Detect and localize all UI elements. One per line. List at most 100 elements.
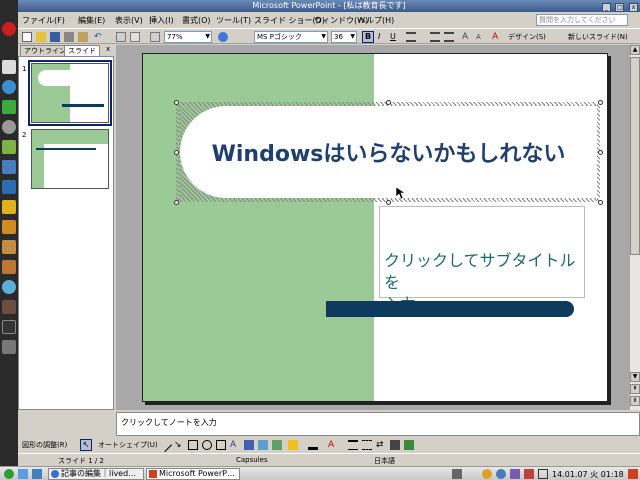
table-icon[interactable] — [130, 32, 140, 42]
menu-help[interactable]: ヘルプ(H) — [358, 15, 394, 26]
desktop-icon[interactable] — [18, 469, 28, 479]
rectangle-icon[interactable] — [188, 440, 198, 450]
title-placeholder[interactable]: Windowsはいらないかもしれない — [176, 102, 600, 202]
resize-handle[interactable] — [598, 100, 603, 105]
gear-icon[interactable] — [2, 220, 16, 234]
tray-volume-icon[interactable] — [538, 469, 548, 479]
bold-button[interactable]: B — [362, 31, 374, 43]
chart-icon[interactable] — [2, 300, 16, 314]
resize-handle[interactable] — [598, 150, 603, 155]
font-color-icon[interactable]: A — [492, 32, 502, 42]
vertical-scrollbar[interactable]: ▲ ▼ ⇞ ⇟ — [630, 45, 640, 410]
resize-handle[interactable] — [174, 100, 179, 105]
print-icon[interactable] — [64, 32, 74, 42]
task-browser[interactable]: 記事の編集｜lived… — [48, 468, 144, 480]
tray-power-icon[interactable] — [628, 469, 638, 479]
notes-pane[interactable]: クリックしてノートを入力 — [116, 412, 640, 436]
task-powerpoint[interactable]: Microsoft PowerP… — [146, 468, 240, 480]
menu-edit[interactable]: 編集(E) — [78, 15, 105, 26]
fill-color-icon[interactable] — [288, 440, 298, 450]
new-icon[interactable] — [22, 32, 32, 42]
font-grow-icon[interactable]: A — [462, 32, 472, 42]
oval-icon[interactable] — [202, 440, 212, 450]
design-button[interactable]: デザイン(S) — [508, 31, 546, 43]
new-slide-button[interactable]: 新しいスライド(N) — [568, 31, 628, 43]
grid-view-icon[interactable] — [150, 32, 160, 42]
line-style-icon[interactable] — [348, 440, 358, 450]
tray-network-icon[interactable] — [496, 469, 506, 479]
font-color-draw-icon[interactable]: A — [328, 440, 338, 450]
arrow-icon[interactable]: ↘ — [174, 440, 184, 450]
pin-icon[interactable] — [2, 280, 16, 294]
help-icon[interactable] — [218, 32, 228, 42]
menu-insert[interactable]: 挿入(I) — [149, 15, 174, 26]
bullets-icon[interactable] — [444, 32, 454, 42]
tray-display-icon[interactable] — [452, 469, 462, 479]
scroll-down-icon[interactable]: ▼ — [630, 372, 640, 382]
globe-icon[interactable] — [2, 80, 16, 94]
pane-close-icon[interactable]: x — [106, 45, 110, 53]
font-size-combo[interactable]: 36 ▼ — [331, 31, 357, 43]
help-search-input[interactable]: 質問を入力してください — [536, 14, 628, 26]
slide[interactable]: Windowsはいらないかもしれない クリックしてサブタイトルを 入力 — [142, 53, 608, 402]
tab-slides[interactable]: スライド — [64, 45, 100, 56]
italic-button[interactable]: I — [378, 31, 380, 43]
dash-style-icon[interactable] — [362, 440, 372, 450]
taskbar-clock[interactable]: 14.01.07 火 01:18 — [552, 469, 624, 480]
font-combo[interactable]: MS Pゴシック ▼ — [254, 31, 328, 43]
scroll-up-icon[interactable]: ▲ — [630, 45, 640, 55]
tray-alert-icon[interactable] — [524, 469, 534, 479]
underline-button[interactable]: U — [390, 31, 396, 43]
next-slide-icon[interactable]: ⇟ — [630, 396, 640, 406]
pencil-icon[interactable] — [2, 60, 16, 74]
adjust-shapes-menu[interactable]: 図形の調整(R) — [22, 440, 67, 450]
clipart-icon[interactable] — [258, 440, 268, 450]
subtitle-placeholder[interactable]: クリックしてサブタイトルを 入力 — [379, 206, 585, 314]
tray-ime-icon[interactable] — [482, 469, 492, 479]
resize-handle[interactable] — [174, 150, 179, 155]
green-app-icon[interactable] — [2, 100, 16, 114]
resize-handle[interactable] — [386, 200, 391, 205]
close-button[interactable]: x — [629, 3, 638, 12]
align-left-icon[interactable] — [406, 32, 416, 42]
box-icon[interactable] — [2, 240, 16, 254]
arrow-style-icon[interactable]: ⇄ — [376, 440, 386, 450]
slide-title[interactable]: Windowsはいらないかもしれない — [180, 136, 597, 168]
terminal-icon[interactable] — [2, 320, 16, 334]
zoom-combo[interactable]: 77% ▼ — [164, 31, 212, 43]
menu-view[interactable]: 表示(V) — [115, 15, 143, 26]
tab-outline[interactable]: アウトライン — [20, 45, 70, 56]
menu-file[interactable]: ファイル(F) — [22, 15, 65, 26]
resize-handle[interactable] — [598, 200, 603, 205]
shadow-icon[interactable] — [390, 440, 400, 450]
3d-icon[interactable] — [404, 440, 414, 450]
textbox-icon[interactable] — [216, 440, 226, 450]
maximize-button[interactable]: □ — [615, 3, 625, 12]
star-icon[interactable] — [2, 200, 16, 214]
slide-thumbnail-2[interactable] — [31, 129, 109, 189]
autoshape-menu[interactable]: オートシェイプ(U) — [98, 440, 158, 450]
trash-icon[interactable] — [2, 340, 16, 354]
files-icon[interactable] — [32, 469, 42, 479]
robot-icon[interactable] — [2, 140, 16, 154]
paste-icon[interactable] — [78, 32, 88, 42]
disc-icon[interactable] — [2, 120, 16, 134]
scrollbar-thumb[interactable] — [630, 57, 640, 255]
undo-icon[interactable]: ↶ — [94, 32, 104, 42]
diagram-icon[interactable] — [244, 440, 254, 450]
slide-thumbnail-1[interactable] — [28, 60, 112, 126]
line-icon[interactable] — [157, 437, 173, 453]
previous-slide-icon[interactable]: ⇞ — [630, 384, 640, 394]
tray-app-icon[interactable] — [510, 469, 520, 479]
monitor-icon[interactable] — [2, 180, 16, 194]
chart-insert-icon[interactable] — [116, 32, 126, 42]
resize-handle[interactable] — [386, 100, 391, 105]
image-icon[interactable] — [2, 160, 16, 174]
opera-icon[interactable] — [2, 22, 16, 36]
save-icon[interactable] — [50, 32, 60, 42]
resize-handle[interactable] — [174, 200, 179, 205]
open-icon[interactable] — [36, 32, 46, 42]
select-arrow-button[interactable]: ↖ — [80, 439, 92, 451]
menu-format[interactable]: 書式(O) — [182, 15, 211, 26]
start-menu-icon[interactable] — [4, 469, 14, 479]
